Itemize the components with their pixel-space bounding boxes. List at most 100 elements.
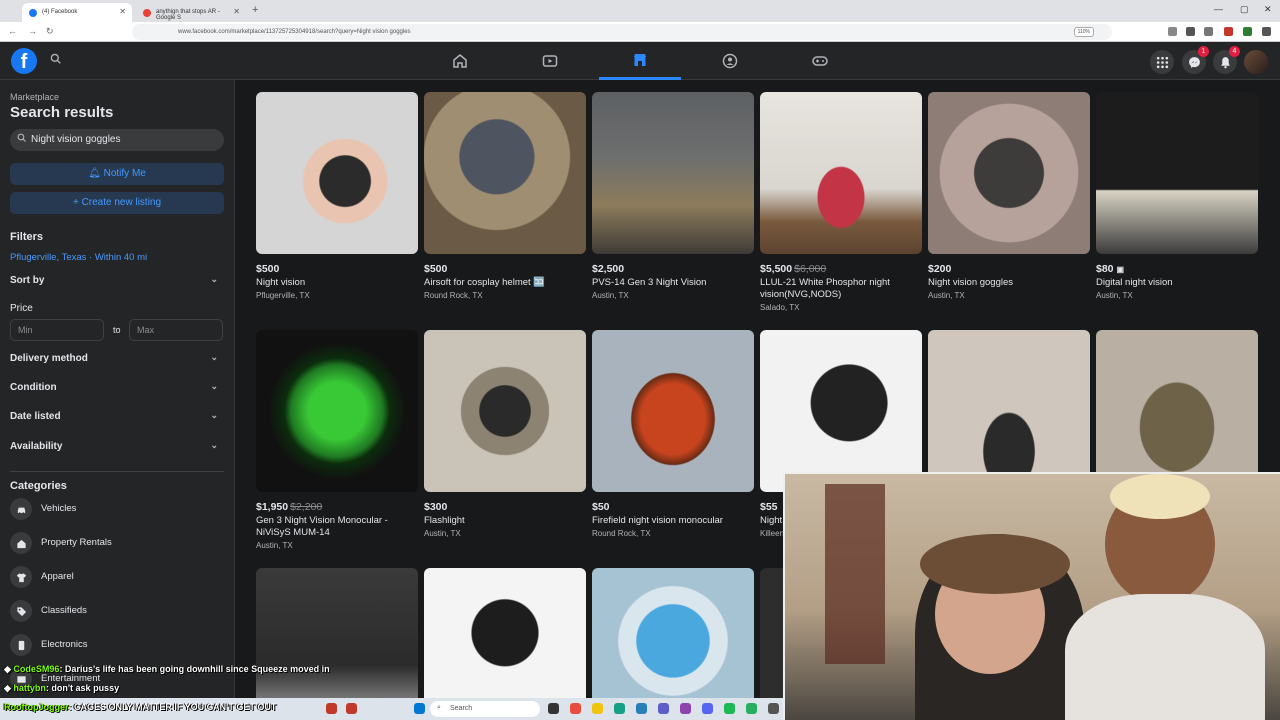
location-filter[interactable]: Pflugerville, Texas · Within 40 mi	[10, 252, 147, 263]
app-icon[interactable]	[636, 703, 647, 714]
listing-card[interactable]: $500 Airsoft for cosplay helmet 🈁 Round …	[424, 92, 586, 300]
listing-photo	[760, 92, 922, 254]
breadcrumb[interactable]: Marketplace	[10, 92, 59, 102]
menu-icon[interactable]	[1262, 27, 1271, 36]
chat-user-badge-icon: ◆	[4, 683, 14, 693]
webcam-overlay	[783, 472, 1280, 720]
avatar[interactable]	[1244, 50, 1268, 74]
browser-tab-bar: (4) Facebook ✕ anythign that stops AR - …	[0, 0, 1280, 22]
new-tab-icon[interactable]: +	[252, 4, 258, 16]
extension-icon[interactable]	[1224, 27, 1233, 36]
home-icon[interactable]	[419, 42, 501, 80]
edge-icon[interactable]	[614, 703, 625, 714]
listing-title: Gen 3 Night Vision Monocular - NiViSyS M…	[256, 515, 388, 538]
minimize-icon[interactable]: —	[1214, 4, 1223, 14]
app-icon[interactable]	[346, 703, 357, 714]
url-field[interactable]: www.facebook.com/marketplace/11372572530…	[132, 24, 1112, 40]
search-input[interactable]: Night vision goggles	[10, 129, 224, 151]
close-tab-icon[interactable]: ✕	[233, 7, 240, 16]
notify-label: Notify Me	[103, 168, 146, 179]
gaming-icon[interactable]	[779, 42, 861, 80]
search-value: Night vision goggles	[31, 134, 121, 145]
back-icon[interactable]: ←	[8, 26, 17, 36]
notifications-bell-icon[interactable]: 4	[1213, 46, 1240, 74]
zoom-level[interactable]: 110%	[1073, 27, 1094, 37]
video-icon[interactable]	[509, 42, 591, 80]
listing-location: Austin, TX	[256, 541, 293, 550]
price-value: $55	[760, 501, 778, 513]
price-value: $80	[1096, 263, 1114, 275]
spotify-icon[interactable]	[724, 703, 735, 714]
extension-icon[interactable]	[1186, 27, 1195, 36]
download-icon[interactable]	[1168, 27, 1177, 36]
listing-card[interactable]: $300 Flashlight Austin, TX	[424, 330, 586, 538]
listing-location: Pflugerville, TX	[256, 291, 310, 300]
listing-photo	[592, 330, 754, 492]
date-label: Date listed	[10, 411, 61, 422]
availability-filter[interactable]: Availability ⌄	[10, 440, 218, 452]
search-icon[interactable]	[44, 49, 66, 71]
tab-label: anythign that stops AR - Google S	[156, 9, 220, 21]
chrome-icon[interactable]	[570, 703, 581, 714]
min-price-field[interactable]: Min	[10, 319, 104, 341]
listing-card[interactable]: $80 ▣ Digital night vision Austin, TX	[1096, 92, 1258, 300]
facebook-logo-icon[interactable]: f	[11, 48, 37, 74]
listing-photo	[1096, 330, 1258, 492]
teams-icon[interactable]	[658, 703, 669, 714]
tag-icon	[10, 600, 32, 622]
extension-icon[interactable]	[1204, 27, 1213, 36]
listing-location: Round Rock, TX	[424, 291, 483, 300]
listing-card[interactable]	[1096, 330, 1258, 492]
create-listing-button[interactable]: + Create new listing	[10, 192, 224, 214]
shirt-icon	[10, 566, 32, 588]
price-value: $500	[424, 263, 448, 275]
extension-icon[interactable]	[1243, 27, 1252, 36]
app-icon[interactable]	[746, 703, 757, 714]
windows-start-icon[interactable]	[414, 703, 425, 714]
app-icon[interactable]	[326, 703, 337, 714]
app-icon[interactable]	[768, 703, 779, 714]
listing-card[interactable]: $200 Night vision goggles Austin, TX	[928, 92, 1090, 300]
condition-filter[interactable]: Condition ⌄	[10, 381, 218, 393]
forward-icon[interactable]: →	[28, 26, 37, 36]
listing-card[interactable]: $1,950 $2,200 Gen 3 Night Vision Monocula…	[256, 330, 418, 550]
groups-icon[interactable]	[689, 42, 771, 80]
app-icon[interactable]	[680, 703, 691, 714]
discord-icon[interactable]	[702, 703, 713, 714]
marketplace-icon[interactable]	[599, 42, 681, 80]
close-window-icon[interactable]: ✕	[1264, 4, 1272, 15]
listing-photo	[256, 92, 418, 254]
listing-photo	[1096, 92, 1258, 254]
date-listed-filter[interactable]: Date listed ⌄	[10, 410, 218, 422]
search-icon: ⌕	[437, 704, 441, 711]
sort-by-filter[interactable]: Sort by ⌄	[10, 274, 218, 286]
sort-label: Sort by	[10, 275, 45, 286]
taskbar-search-input[interactable]: ⌕ Search	[430, 701, 540, 717]
max-price-field[interactable]: Max	[129, 319, 223, 341]
bell-icon: 🔔︎	[88, 168, 104, 179]
messenger-icon[interactable]: 1	[1182, 46, 1209, 74]
tab-google[interactable]: anythign that stops AR - Google S ✕	[136, 3, 246, 22]
folder-icon[interactable]	[592, 703, 603, 714]
listing-card[interactable]	[928, 330, 1090, 492]
url-text: www.facebook.com/marketplace/11372572530…	[178, 29, 411, 35]
reload-icon[interactable]: ↻	[46, 26, 54, 37]
task-view-icon[interactable]	[548, 703, 559, 714]
listing-card[interactable]: $500 Night vision Pflugerville, TX	[256, 92, 418, 300]
maximize-icon[interactable]: ▢	[1240, 4, 1249, 15]
delivery-method-filter[interactable]: Delivery method ⌄	[10, 352, 218, 364]
availability-label: Availability	[10, 441, 63, 452]
chat-text: : don't ask pussy	[45, 683, 120, 693]
listing-card[interactable]: $5,500 $6,000 LLUL-21 White Phosphor nigh…	[760, 92, 922, 312]
listing-card[interactable]: $2,500 PVS-14 Gen 3 Night Vision Austin,…	[592, 92, 754, 300]
close-tab-icon[interactable]: ✕	[119, 7, 126, 16]
notify-me-button[interactable]: 🔔︎ Notify Me	[10, 163, 224, 185]
tab-facebook[interactable]: (4) Facebook ✕	[22, 3, 132, 22]
listing-card[interactable]: $50 Firefield night vision monocular Rou…	[592, 330, 754, 538]
listing-photo	[256, 330, 418, 492]
listing-photo	[928, 92, 1090, 254]
price-value: $200	[928, 263, 952, 275]
min-placeholder: Min	[18, 325, 33, 335]
chat-message: ◆ CodeSM96: Darius's life has been going…	[4, 664, 330, 675]
menu-grid-icon[interactable]	[1150, 50, 1174, 74]
